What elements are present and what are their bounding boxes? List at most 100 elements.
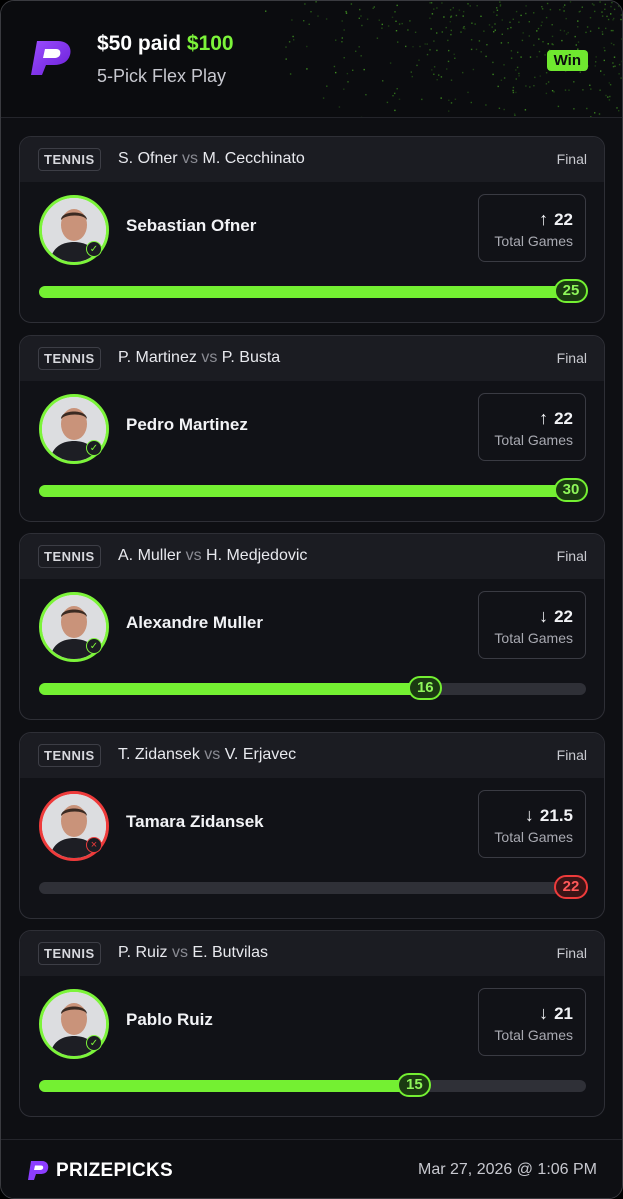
arrow-up-icon: ↑ xyxy=(539,407,549,428)
sport-tag: TENNIS xyxy=(38,942,101,965)
stat-type: Total Games xyxy=(494,828,573,845)
projection-line: ↓ 21 xyxy=(539,1003,573,1024)
player-name: Pablo Ruiz xyxy=(126,1010,213,1029)
pick-card[interactable]: TENNIS A. Muller vs H. Medjedovic Final … xyxy=(19,533,605,720)
paid-amount: $50 paid xyxy=(97,32,182,55)
arrow-down-icon: ↓ xyxy=(539,1003,549,1023)
matchup: S. Ofner vs M. Cecchinato xyxy=(118,150,305,168)
player-name: Alexandre Muller xyxy=(126,613,263,632)
progress-track: 15 xyxy=(39,1073,586,1097)
projection-line: ↑ 22 xyxy=(539,408,573,429)
team-b: H. Medjedovic xyxy=(206,547,308,564)
game-status: Final xyxy=(556,746,587,763)
brand-name: PRIZEPICKS xyxy=(56,1160,174,1181)
entry-header: $50 paid $100 5-Pick Flex Play Win xyxy=(1,1,622,118)
play-type: 5-Pick Flex Play xyxy=(97,66,227,86)
matchup: T. Zidansek vs V. Erjavec xyxy=(118,746,296,764)
arrow-up-icon: ↑ xyxy=(539,209,549,229)
line-value: 21 xyxy=(554,1004,573,1023)
game-status: Final xyxy=(556,151,587,167)
vs-label: vs xyxy=(204,745,221,763)
team-a: P. Ruiz xyxy=(118,944,168,961)
payout-summary: $50 paid $100 xyxy=(97,32,234,56)
pick-card[interactable]: TENNIS T. Zidansek vs V. Erjavec Final ×… xyxy=(19,731,605,919)
pick-card-header: TENNIS P. Ruiz vs E. Butvilas Final xyxy=(20,931,604,976)
hit-check-icon: ✓ xyxy=(86,241,102,257)
sport-tag: TENNIS xyxy=(38,545,101,568)
pick-card[interactable]: TENNIS P. Martinez vs P. Busta Final ✓ P… xyxy=(19,334,605,522)
sport-tag: TENNIS xyxy=(38,743,101,767)
sport-tag: TENNIS xyxy=(38,148,101,171)
stat-type: Total Games xyxy=(494,233,573,249)
team-b: V. Erjavec xyxy=(224,745,297,763)
matchup: P. Martinez vs P. Busta xyxy=(118,349,280,367)
matchup: P. Ruiz vs E. Butvilas xyxy=(118,944,268,962)
projection-line: ↓ 22 xyxy=(539,606,573,627)
stat-type: Total Games xyxy=(494,630,573,646)
actual-value-bubble: 16 xyxy=(408,676,443,700)
game-status: Final xyxy=(556,945,587,961)
matchup: A. Muller vs H. Medjedovic xyxy=(118,547,307,565)
vs-label: vs xyxy=(185,547,202,564)
pick-card-header: TENNIS T. Zidansek vs V. Erjavec Final xyxy=(20,732,604,778)
line-value: 22 xyxy=(554,408,573,428)
actual-value-bubble: 22 xyxy=(554,874,588,899)
progress-track: 22 xyxy=(39,874,588,899)
projection-box: ↓ 21.5 Total Games xyxy=(478,789,586,858)
pick-card-header: TENNIS P. Martinez vs P. Busta Final xyxy=(20,335,604,381)
pick-card-header: TENNIS S. Ofner vs M. Cecchinato Final xyxy=(20,137,604,182)
projection-box: ↑ 22 Total Games xyxy=(478,392,586,461)
pick-card-header: TENNIS A. Muller vs H. Medjedovic Final xyxy=(20,534,604,579)
prizepicks-logo-icon xyxy=(31,41,71,75)
projection-box: ↓ 21 Total Games xyxy=(478,988,586,1056)
player-name: Pedro Martinez xyxy=(126,414,248,434)
arrow-down-icon: ↓ xyxy=(539,606,549,626)
team-a: S. Ofner xyxy=(118,150,178,167)
entry-timestamp: Mar 27, 2026 @ 1:06 PM xyxy=(418,1161,597,1178)
pick-card[interactable]: TENNIS P. Ruiz vs E. Butvilas Final ✓ Pa… xyxy=(19,930,605,1117)
player-name: Tamara Zidansek xyxy=(126,811,264,831)
miss-x-icon: × xyxy=(86,836,102,853)
vs-label: vs xyxy=(171,944,188,961)
won-amount: $100 xyxy=(186,32,234,55)
vs-label: vs xyxy=(182,150,199,167)
player-name: Sebastian Ofner xyxy=(126,216,257,235)
pick-card[interactable]: TENNIS S. Ofner vs M. Cecchinato Final ✓… xyxy=(19,136,605,323)
projection-line: ↑ 22 xyxy=(539,209,573,230)
game-status: Final xyxy=(556,548,587,564)
arrow-down-icon: ↓ xyxy=(524,804,534,825)
stat-type: Total Games xyxy=(494,1027,573,1043)
entry-card: $50 paid $100 5-Pick Flex Play Win TENNI… xyxy=(0,0,623,1199)
prizepicks-brand-icon xyxy=(28,1161,49,1180)
team-b: P. Busta xyxy=(221,348,281,366)
result-badge: Win xyxy=(546,50,588,71)
projection-line: ↓ 21.5 xyxy=(525,805,573,826)
progress-fill xyxy=(39,1080,428,1092)
line-value: 22 xyxy=(554,210,573,229)
line-value: 21.5 xyxy=(539,805,573,825)
progress-fill xyxy=(39,683,439,695)
projection-box: ↓ 22 Total Games xyxy=(478,591,586,659)
team-a: T. Zidansek xyxy=(118,745,200,763)
game-status: Final xyxy=(556,349,587,366)
hit-check-icon: ✓ xyxy=(86,439,102,456)
projection-box: ↑ 22 Total Games xyxy=(478,194,586,262)
header-background-pattern xyxy=(265,1,622,117)
sport-tag: TENNIS xyxy=(38,346,101,370)
progress-track: 25 xyxy=(39,279,588,303)
stat-type: Total Games xyxy=(494,431,573,448)
footer: PRIZEPICKS Mar 27, 2026 @ 1:06 PM xyxy=(1,1139,622,1198)
hit-check-icon: ✓ xyxy=(86,638,102,654)
progress-fill xyxy=(39,484,586,497)
actual-value-bubble: 15 xyxy=(397,1073,432,1097)
actual-value-bubble: 30 xyxy=(554,477,588,502)
progress-fill xyxy=(39,286,586,298)
progress-track: 16 xyxy=(39,676,586,700)
vs-label: vs xyxy=(201,348,218,366)
team-b: M. Cecchinato xyxy=(202,150,305,167)
progress-track: 30 xyxy=(39,477,588,502)
team-b: E. Butvilas xyxy=(192,944,269,961)
hit-check-icon: ✓ xyxy=(86,1035,102,1051)
line-value: 22 xyxy=(554,607,573,626)
team-a: P. Martinez xyxy=(118,348,197,366)
